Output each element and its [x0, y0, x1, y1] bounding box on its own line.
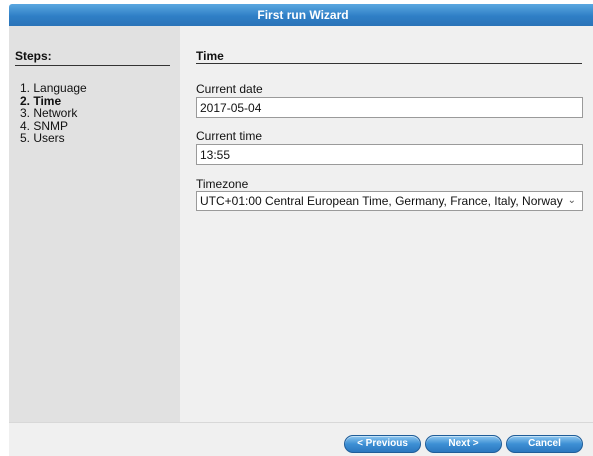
section-title: Time: [196, 49, 224, 63]
time-panel: Time Current date Current time Timezone …: [180, 26, 593, 422]
current-time-label: Current time: [196, 129, 263, 143]
steps-list: 1. Language 2. Time 3. Network 4. SNMP 5…: [20, 82, 87, 145]
current-date-input[interactable]: [196, 97, 583, 118]
step-users: 5. Users: [20, 131, 65, 145]
steps-heading: Steps:: [15, 49, 52, 63]
wizard-dialog: First run Wizard Steps: 1. Language 2. T…: [0, 0, 593, 456]
timezone-select[interactable]: UTC+01:00 Central European Time, Germany…: [196, 191, 583, 211]
wizard-footer: < Previous Next > Cancel: [9, 422, 593, 456]
steps-divider: [15, 65, 170, 66]
timezone-selected-value: UTC+01:00 Central European Time, Germany…: [200, 194, 563, 208]
current-time-input[interactable]: [196, 144, 583, 165]
section-divider: [196, 63, 582, 64]
steps-sidebar: Steps: 1. Language 2. Time 3. Network 4.…: [9, 26, 180, 422]
timezone-label: Timezone: [196, 177, 249, 191]
step-network: 3. Network: [20, 106, 78, 120]
chevron-down-icon: ⌄: [567, 195, 576, 206]
current-date-label: Current date: [196, 82, 263, 96]
cancel-button[interactable]: Cancel: [506, 435, 583, 453]
next-button[interactable]: Next >: [425, 435, 502, 453]
step-language: 1. Language: [20, 81, 87, 95]
window-title: First run Wizard: [9, 4, 593, 26]
previous-button[interactable]: < Previous: [344, 435, 421, 453]
